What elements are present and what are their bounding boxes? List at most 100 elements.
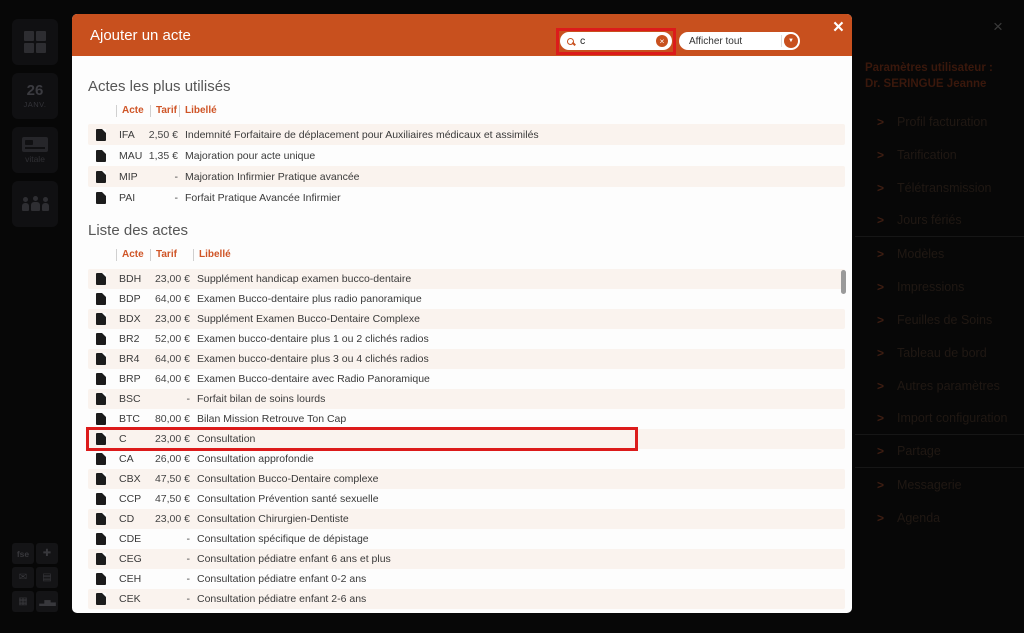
- calculator-icon[interactable]: ▦: [12, 591, 34, 612]
- cell-tarif: 64,00 €: [154, 373, 190, 385]
- settings-menu-item[interactable]: > Partage: [855, 435, 1024, 468]
- table-row[interactable]: MAU 1,35 € Majoration pour acte unique: [88, 145, 845, 166]
- modal-close-icon[interactable]: ×: [833, 17, 844, 39]
- cell-tarif: -: [174, 191, 179, 204]
- settings-menu-item-label: Profil facturation: [897, 114, 988, 129]
- search-input[interactable]: [580, 35, 640, 47]
- table-row[interactable]: BDP 64,00 € Examen Bucco-dentaire plus r…: [88, 289, 845, 309]
- table-row[interactable]: BDX 23,00 € Supplément Examen Bucco-Dent…: [88, 309, 845, 329]
- fse-icon[interactable]: fse: [12, 543, 34, 564]
- table-row[interactable]: CEG - Consultation pédiatre enfant 6 ans…: [88, 549, 845, 569]
- cell-tarif: 1,35 €: [148, 149, 178, 162]
- cell-libelle: Forfait Pratique Avancée Infirmier: [185, 191, 341, 204]
- table-row[interactable]: CCP 47,50 € Consultation Prévention sant…: [88, 489, 845, 509]
- table-row[interactable]: CA 26,00 € Consultation approfondie: [88, 449, 845, 469]
- table-row[interactable]: CEK - Consultation pédiatre enfant 2-6 a…: [88, 589, 845, 609]
- document-icon: [96, 293, 106, 305]
- chevron-right-icon: >: [877, 411, 885, 425]
- search-box[interactable]: ×: [560, 32, 672, 50]
- table-row[interactable]: BR4 64,00 € Examen bucco-dentaire plus 3…: [88, 349, 845, 369]
- cell-acte: CEG: [119, 553, 142, 565]
- sidebar-item-apps[interactable]: [12, 19, 58, 65]
- cell-libelle: Majoration Infirmier Pratique avancée: [185, 170, 360, 183]
- date-day: 26: [26, 82, 44, 99]
- sidebar-item-patients[interactable]: [12, 181, 58, 227]
- settings-title-line1: Paramètres utilisateur :: [865, 62, 993, 74]
- section-title: Liste des actes: [88, 222, 189, 239]
- table-row[interactable]: PAI - Forfait Pratique Avancée Infirmier: [88, 187, 845, 208]
- table-row[interactable]: MIP - Majoration Infirmier Pratique avan…: [88, 166, 845, 187]
- add-act-modal: Ajouter un acte × Afficher tout ▼ × Acte…: [72, 14, 852, 613]
- cell-tarif: -: [174, 170, 179, 183]
- settings-menu-item[interactable]: > Autres paramètres: [855, 369, 1024, 402]
- table-row[interactable]: BRP 64,00 € Examen Bucco-dentaire avec R…: [88, 369, 845, 389]
- settings-menu-item[interactable]: > Impressions: [855, 270, 1024, 303]
- settings-menu: > Profil facturation > Tarification > Télétra…: [855, 105, 1024, 534]
- table-row[interactable]: BTC 80,00 € Bilan Mission Retrouve Ton C…: [88, 409, 845, 429]
- settings-menu-item[interactable]: > Import configuration: [855, 402, 1024, 435]
- cell-acte: BRP: [119, 373, 141, 385]
- first-aid-icon[interactable]: ✚: [36, 543, 58, 564]
- cell-acte: BSC: [119, 393, 141, 405]
- table-row[interactable]: CBX 47,50 € Consultation Bucco-Dentaire …: [88, 469, 845, 489]
- settings-menu-item-label: Agenda: [897, 510, 941, 525]
- settings-menu-item[interactable]: > Jours fériés: [855, 204, 1024, 237]
- settings-menu-item-label: Messagerie: [897, 477, 962, 492]
- cell-tarif: -: [186, 553, 191, 565]
- settings-menu-item[interactable]: > Tableau de bord: [855, 336, 1024, 369]
- filter-dropdown[interactable]: Afficher tout ▼: [679, 32, 800, 50]
- cell-tarif: 23,00 €: [154, 313, 190, 325]
- settings-menu-item[interactable]: > Messagerie: [855, 468, 1024, 501]
- chevron-right-icon: >: [877, 279, 885, 294]
- sidebar-item-calendar[interactable]: 26 JANV.: [12, 73, 58, 119]
- cell-acte: CA: [119, 453, 134, 465]
- cell-tarif: -: [186, 573, 191, 585]
- table-row[interactable]: BR2 52,00 € Examen bucco-dentaire plus 1…: [88, 329, 845, 349]
- chevron-right-icon: >: [877, 378, 885, 393]
- table-row[interactable]: C 23,00 € Consultation: [86, 427, 845, 451]
- cell-tarif: -: [186, 593, 191, 605]
- cell-libelle: Consultation pédiatre enfant 6 ans et pl…: [197, 553, 391, 565]
- table-body: IFA 2,50 € Indemnité Forfaitaire de dépl…: [88, 124, 845, 208]
- cell-tarif: 23,00 €: [154, 433, 190, 445]
- people-icon: [21, 195, 49, 211]
- document-icon[interactable]: ▤: [36, 567, 58, 588]
- table-row[interactable]: IFA 2,50 € Indemnité Forfaitaire de dépl…: [88, 124, 845, 145]
- grid-icon: [24, 31, 46, 53]
- modal-header: Ajouter un acte × Afficher tout ▼ ×: [72, 14, 852, 56]
- settings-menu-item-label: Modèles: [897, 246, 945, 261]
- clear-search-icon[interactable]: ×: [656, 35, 668, 47]
- mail-icon[interactable]: ✉: [12, 567, 34, 588]
- table-row[interactable]: CEH - Consultation pédiatre enfant 0-2 a…: [88, 569, 845, 589]
- cell-acte: BR4: [119, 353, 140, 365]
- settings-menu-item[interactable]: > Tarification: [855, 138, 1024, 171]
- cell-tarif: 52,00 €: [154, 333, 190, 345]
- settings-menu-item[interactable]: > Feuilles de Soins: [855, 303, 1024, 336]
- settings-menu-item[interactable]: > Profil facturation: [855, 105, 1024, 138]
- column-header-tarif: Tarif: [150, 248, 193, 261]
- settings-menu-item[interactable]: > Agenda: [855, 501, 1024, 534]
- table-row[interactable]: BSC - Forfait bilan de soins lourds: [88, 389, 845, 409]
- document-icon: [96, 473, 106, 485]
- table-row[interactable]: CDE - Consultation spécifique de dépista…: [88, 529, 845, 549]
- cell-libelle: Consultation Bucco-Dentaire complexe: [197, 473, 379, 485]
- cell-tarif: 23,00 €: [154, 513, 190, 525]
- document-icon: [96, 191, 106, 204]
- window-close-icon[interactable]: ×: [993, 17, 1003, 37]
- settings-menu-item-label: Jours fériés: [897, 213, 962, 227]
- settings-menu-item[interactable]: > Modèles: [855, 237, 1024, 270]
- scrollbar-thumb[interactable]: [841, 270, 846, 294]
- cell-libelle: Supplément Examen Bucco-Dentaire Complex…: [197, 313, 420, 325]
- sidebar-item-carte-vitale[interactable]: vitale: [12, 127, 58, 173]
- cell-acte: MAU: [119, 149, 143, 162]
- cell-acte: BDP: [119, 293, 141, 305]
- table-row[interactable]: CD 23,00 € Consultation Chirurgien-Denti…: [88, 509, 845, 529]
- document-icon: [96, 393, 106, 405]
- cell-libelle: Indemnité Forfaitaire de déplacement pou…: [185, 128, 539, 141]
- bar-chart-icon[interactable]: ▂▅▃: [36, 591, 58, 612]
- settings-menu-item[interactable]: > Télétransmission: [855, 171, 1024, 204]
- cell-acte: CD: [119, 513, 135, 525]
- cell-libelle: Forfait bilan de soins lourds: [197, 393, 326, 405]
- table-row[interactable]: BDH 23,00 € Supplément handicap examen b…: [88, 269, 845, 289]
- document-icon: [96, 533, 106, 545]
